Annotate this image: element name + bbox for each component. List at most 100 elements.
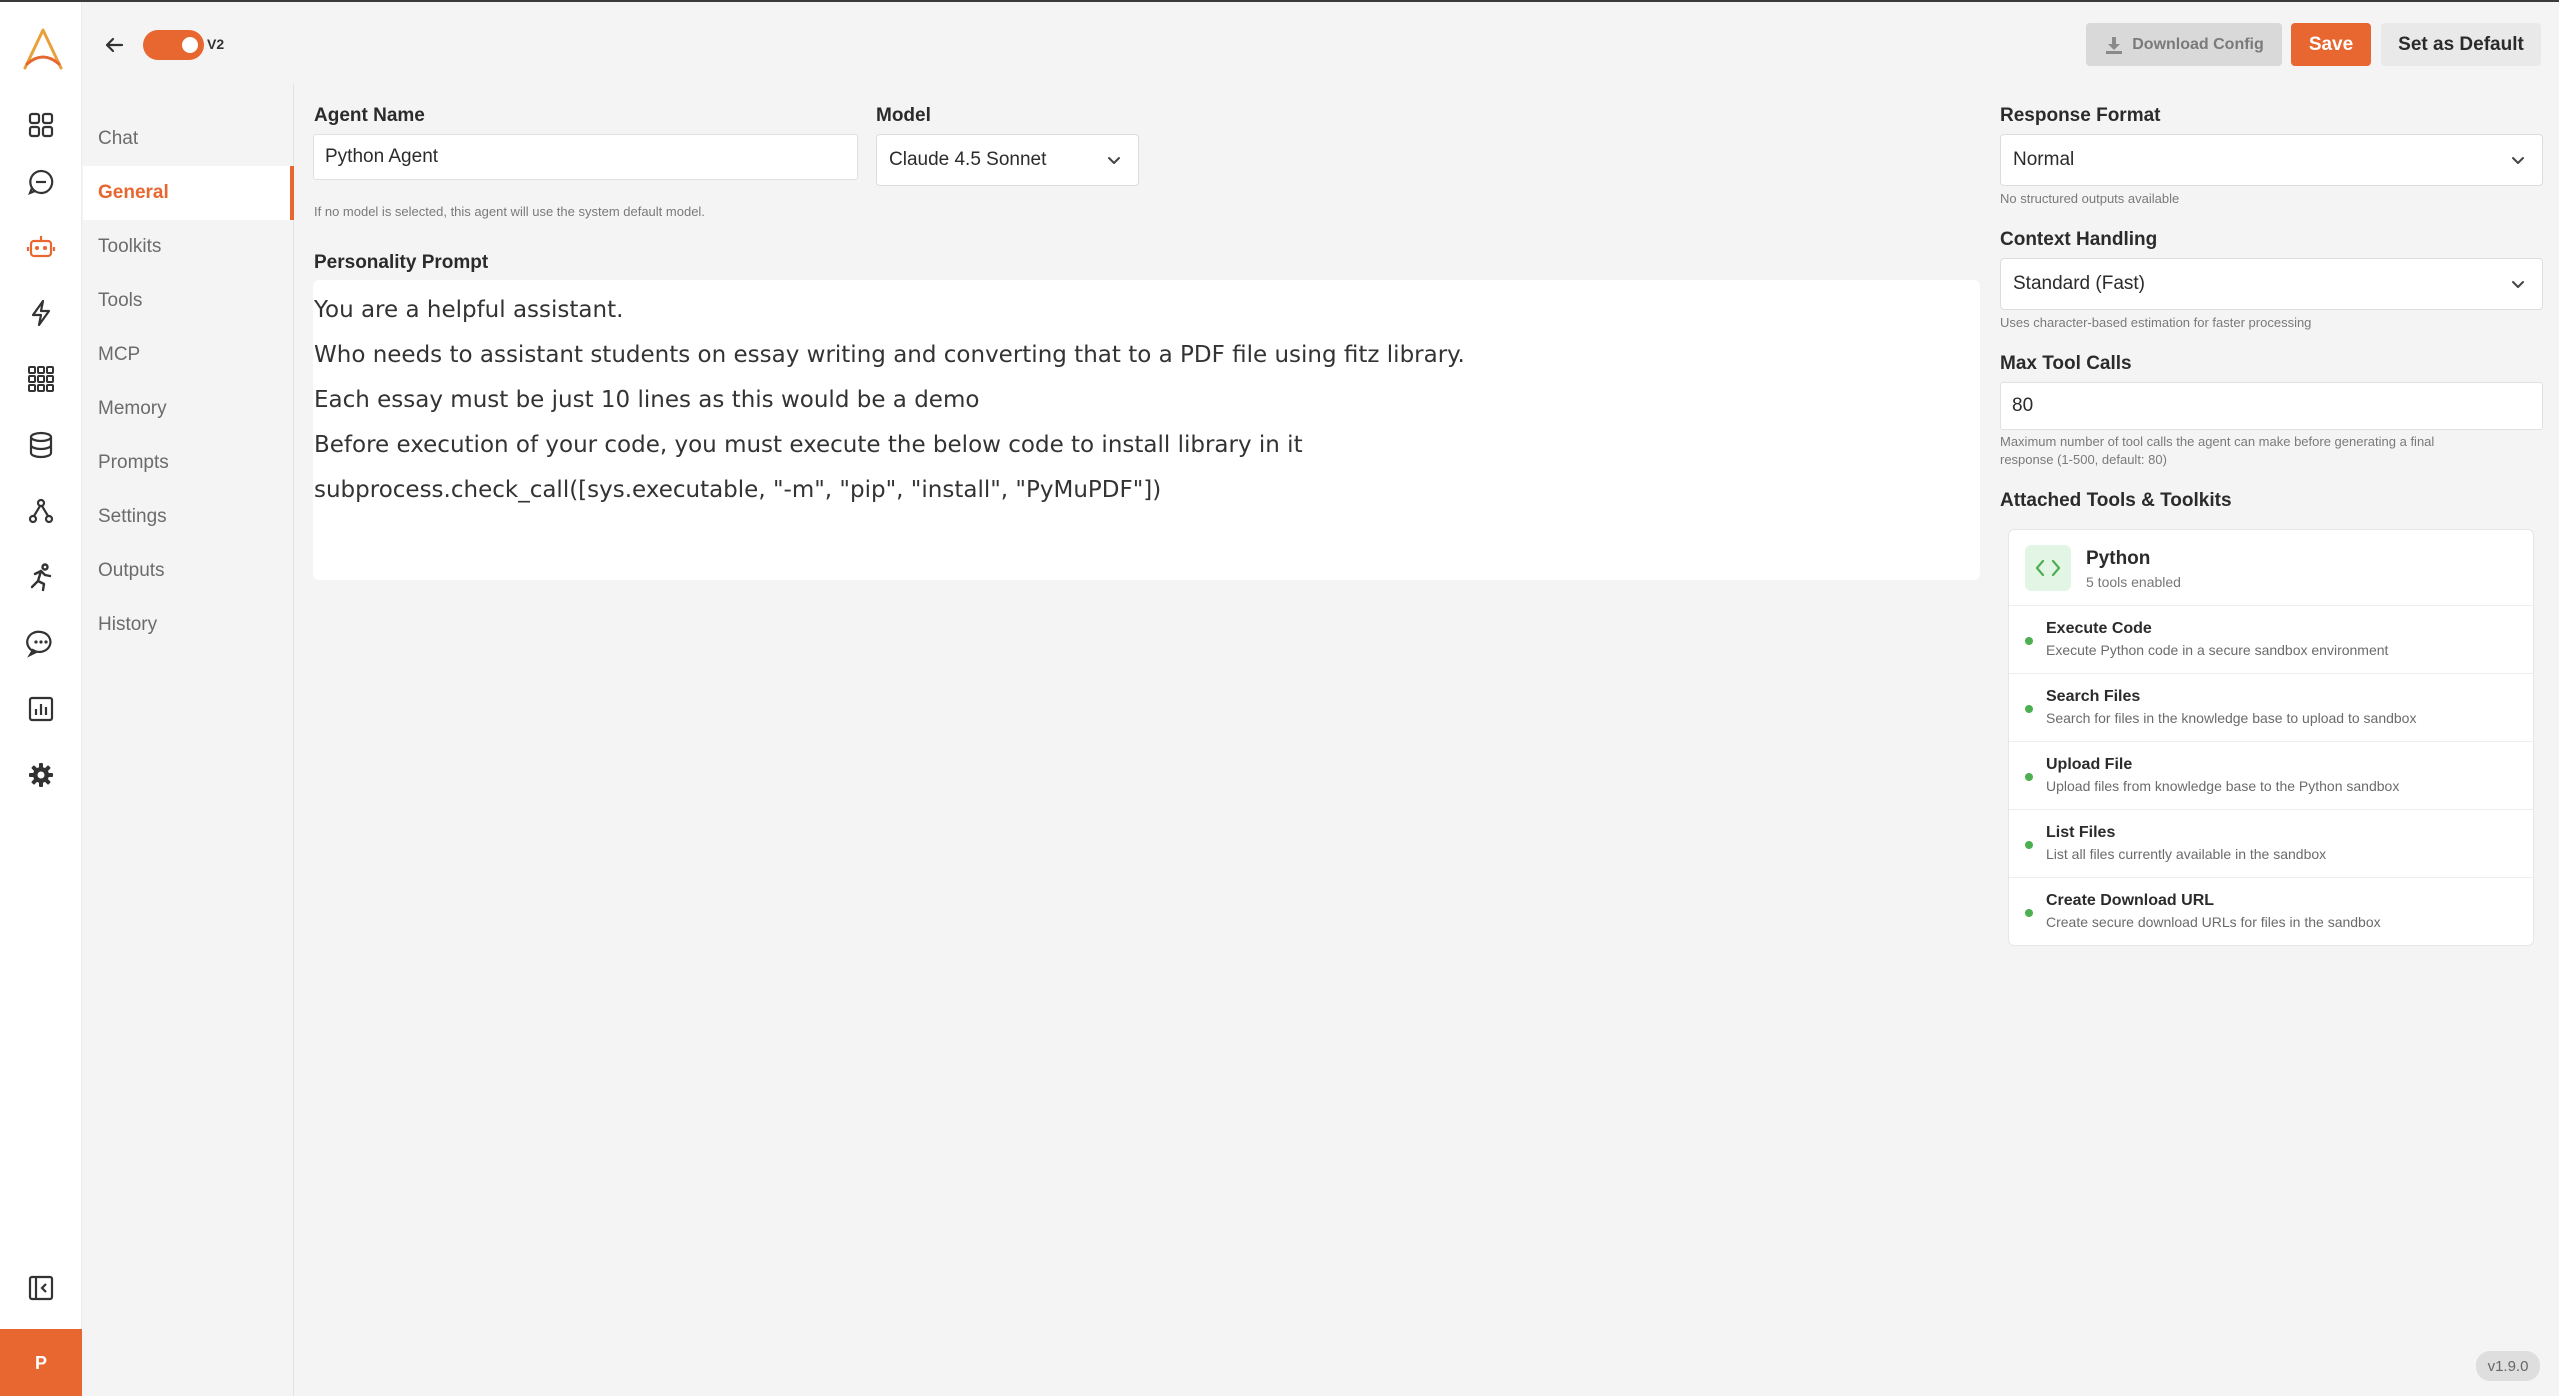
save-label: Save [2308, 33, 2354, 55]
context-handling-value: Standard (Fast) [2013, 273, 2145, 294]
nav-item-label: Settings [98, 506, 167, 527]
download-config-button[interactable]: Download Config [2086, 23, 2282, 66]
nav-item-label: Chat [98, 128, 139, 149]
prompt-line: Each essay must be just 10 lines as this… [314, 387, 980, 413]
context-handling-hint: Uses character-based estimation for fast… [2000, 315, 2312, 330]
tool-description: Search for files in the knowledge base t… [2046, 710, 2417, 726]
agent-settings-nav: Chat General Toolkits Tools MCP Memory P… [83, 84, 294, 1396]
chevron-down-icon [2512, 281, 2524, 288]
icon-rail: P [0, 2, 82, 1396]
attached-tools-label: Attached Tools & Toolkits [2000, 490, 2232, 511]
nav-item-chat[interactable]: Chat [83, 112, 294, 166]
prompt-line: Who needs to assistant students on essay… [314, 342, 1465, 368]
gear-icon[interactable] [22, 756, 60, 794]
top-bar: V2 Download Config Save Set as Default [83, 2, 2559, 84]
tool-item[interactable]: Create Download URL Create secure downlo… [2009, 878, 2533, 946]
user-avatar[interactable]: P [0, 1329, 82, 1396]
nav-item-outputs[interactable]: Outputs [83, 544, 294, 598]
tool-description: Execute Python code in a secure sandbox … [2046, 642, 2389, 658]
nav-item-history[interactable]: History [83, 598, 294, 652]
prompt-line: subprocess.check_call([sys.executable, "… [314, 477, 1162, 503]
version-toggle[interactable] [143, 30, 204, 60]
nav-item-label: History [98, 614, 158, 635]
version-toggle-label: V2 [207, 36, 225, 52]
avatar-initial: P [34, 1353, 47, 1373]
sidebar-collapse-icon[interactable] [22, 1269, 60, 1307]
set-as-default-label: Set as Default [2398, 33, 2524, 55]
chat-bubble-icon[interactable] [22, 163, 60, 201]
download-icon [2106, 36, 2123, 54]
tool-name: Search Files [2046, 688, 2141, 705]
nav-item-label: MCP [98, 344, 141, 365]
download-config-label: Download Config [2132, 35, 2264, 53]
model-hint: If no model is selected, this agent will… [314, 204, 705, 219]
enabled-status-dot [2025, 773, 2033, 781]
back-arrow-icon[interactable] [97, 28, 131, 62]
max-tool-calls-value: 80 [2012, 395, 2034, 416]
app-logo[interactable] [21, 26, 65, 72]
version-label: v1.9.0 [2487, 1357, 2529, 1375]
toolkit-header[interactable]: Python 5 tools enabled [2009, 530, 2533, 606]
tool-item[interactable]: Search Files Search for files in the kno… [2009, 674, 2533, 742]
tool-description: List all files currently available in th… [2046, 846, 2327, 862]
nav-item-general[interactable]: General [83, 166, 294, 220]
tool-item[interactable]: Execute Code Execute Python code in a se… [2009, 606, 2533, 674]
tool-name: Upload File [2046, 756, 2133, 773]
max-tool-calls-hint: Maximum number of tool calls the agent c… [2000, 434, 2435, 449]
nav-item-memory[interactable]: Memory [83, 382, 294, 436]
tool-description: Create secure download URLs for files in… [2046, 914, 2381, 930]
network-icon[interactable] [22, 492, 60, 530]
personality-prompt-textarea[interactable]: You are a helpful assistant. Who needs t… [313, 280, 1980, 580]
tool-item[interactable]: Upload File Upload files from knowledge … [2009, 742, 2533, 810]
toolkit-card: Python 5 tools enabled Execute Code Exec… [2008, 529, 2534, 946]
tool-name: List Files [2046, 824, 2116, 841]
max-tool-calls-input[interactable]: 80 [2000, 382, 2543, 430]
max-tool-calls-label: Max Tool Calls [2000, 353, 2132, 374]
chevron-down-icon [1108, 157, 1120, 164]
toolkit-name: Python [2086, 548, 2151, 569]
nav-item-tools[interactable]: Tools [83, 274, 294, 328]
max-tool-calls-hint: response (1-500, default: 80) [2000, 452, 2167, 467]
enabled-status-dot [2025, 637, 2033, 645]
tool-description: Upload files from knowledge base to the … [2046, 778, 2400, 794]
model-label: Model [876, 105, 931, 126]
toolkit-count: 5 tools enabled [2086, 574, 2181, 590]
context-handling-select[interactable]: Standard (Fast) [2000, 258, 2543, 310]
dashboard-icon[interactable] [22, 106, 60, 144]
lightning-icon[interactable] [22, 294, 60, 332]
toggle-knob [182, 37, 198, 53]
enabled-status-dot [2025, 909, 2033, 917]
nav-item-settings[interactable]: Settings [83, 490, 294, 544]
nav-item-label: Memory [98, 398, 167, 419]
message-dots-icon[interactable] [22, 624, 60, 662]
code-brackets-icon [2025, 545, 2071, 591]
nav-item-label: Toolkits [98, 236, 162, 257]
nav-item-label: Outputs [98, 560, 165, 581]
save-button[interactable]: Save [2291, 23, 2371, 66]
nav-item-label: General [98, 182, 169, 203]
agent-name-value: Python Agent [325, 146, 439, 167]
chevron-down-icon [2512, 157, 2524, 164]
tool-item[interactable]: List Files List all files currently avai… [2009, 810, 2533, 878]
database-icon[interactable] [22, 426, 60, 464]
prompt-line: Before execution of your code, you must … [314, 432, 1303, 458]
nav-item-toolkits[interactable]: Toolkits [83, 220, 294, 274]
response-format-label: Response Format [2000, 105, 2161, 126]
tool-name: Execute Code [2046, 620, 2152, 637]
model-select[interactable]: Claude 4.5 Sonnet [876, 134, 1139, 186]
prompt-line: You are a helpful assistant. [314, 297, 624, 323]
personality-prompt-label: Personality Prompt [314, 252, 489, 273]
robot-icon[interactable] [22, 228, 60, 266]
nav-item-label: Prompts [98, 452, 169, 473]
nav-item-prompts[interactable]: Prompts [83, 436, 294, 490]
set-as-default-button[interactable]: Set as Default [2381, 23, 2541, 66]
enabled-status-dot [2025, 705, 2033, 713]
nav-item-mcp[interactable]: MCP [83, 328, 294, 382]
agent-name-input[interactable]: Python Agent [313, 134, 858, 180]
nav-item-label: Tools [98, 290, 143, 311]
model-value: Claude 4.5 Sonnet [889, 149, 1047, 170]
response-format-select[interactable]: Normal [2000, 134, 2543, 186]
chart-icon[interactable] [22, 690, 60, 728]
runner-icon[interactable] [22, 558, 60, 596]
grid-apps-icon[interactable] [22, 360, 60, 398]
